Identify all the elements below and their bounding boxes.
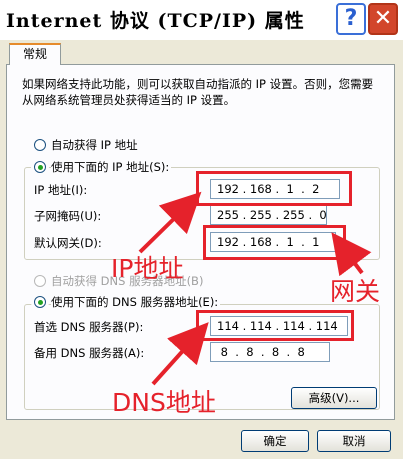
dns-annotation-label: DNS地址 bbox=[112, 388, 216, 417]
gateway-annotation-label: 网关 bbox=[330, 277, 381, 306]
gateway-arrow bbox=[331, 232, 372, 277]
dns-arrow bbox=[151, 322, 209, 386]
ip-arrow bbox=[138, 191, 202, 254]
ip-annotation-label: IP地址 bbox=[111, 254, 184, 283]
